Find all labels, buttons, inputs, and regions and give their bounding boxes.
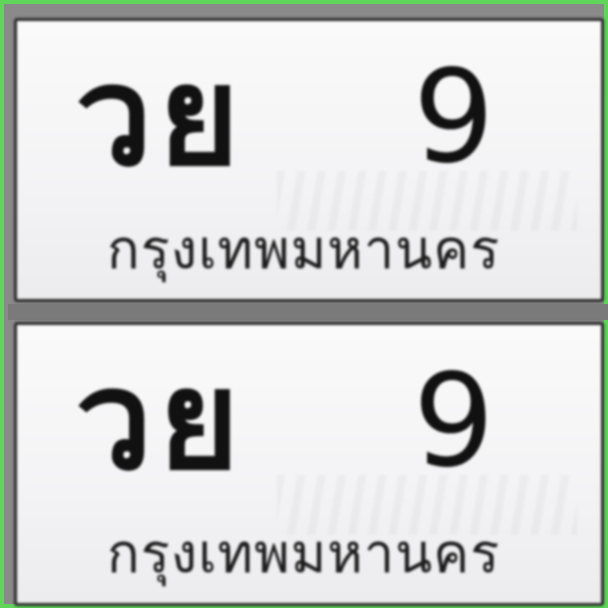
plate-divider (8, 304, 608, 320)
license-plate-top: วย 9 กรุงเทพมหานคร (14, 18, 604, 302)
plate-number: 9 (413, 43, 495, 192)
plate-letters: วย (75, 36, 246, 197)
plate-province: กรุงเทพมหานคร (107, 522, 501, 585)
plate-letters: วย (75, 340, 246, 501)
image-frame: วย 9 กรุงเทพมหานคร วย 9 กรุงเทพมหานคร (0, 0, 608, 608)
license-plate-bottom: วย 9 กรุงเทพมหานคร (14, 322, 604, 606)
plate-province: กรุงเทพมหานคร (107, 218, 501, 281)
plate-number: 9 (413, 347, 495, 496)
